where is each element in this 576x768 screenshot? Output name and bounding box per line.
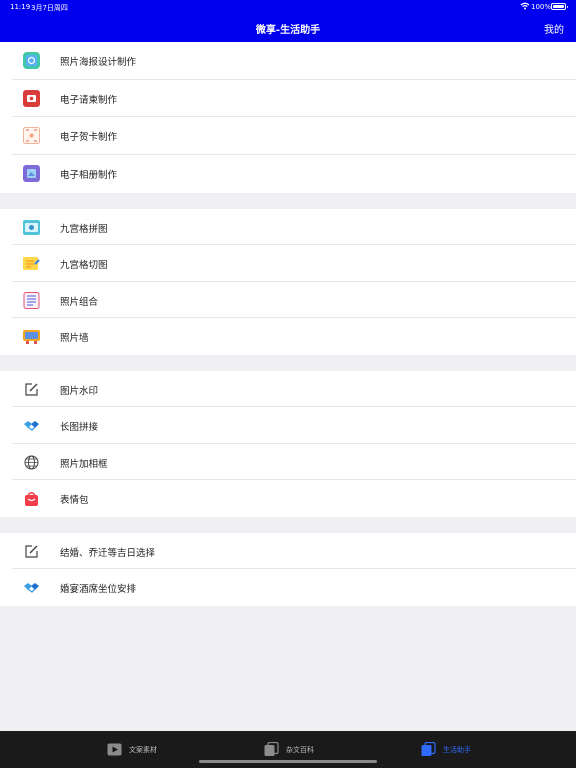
edit-icon <box>25 383 38 396</box>
invitation-icon <box>23 89 40 107</box>
tab-label: 杂文百科 <box>286 745 314 754</box>
wifi-icon <box>520 2 530 10</box>
photo-album-icon <box>23 165 40 183</box>
menu-item-label: 长图拼接 <box>60 422 99 434</box>
menu-group-edit: 图片水印 长图拼接 照片加相框 表情包 <box>0 370 576 517</box>
menu-item-watermark[interactable]: 图片水印 <box>0 371 576 408</box>
menu-group-design: 照片海报设计制作 电子请柬制作 电子贺卡制作 电子相册制作 <box>0 42 576 193</box>
tab-label: 文案素材 <box>129 745 157 754</box>
battery-icon <box>551 3 568 10</box>
play-icon <box>107 743 122 756</box>
menu-item-label: 图片水印 <box>60 385 99 397</box>
menu-item-seating-plan[interactable]: 婚宴酒席坐位安排 <box>0 569 576 606</box>
copy-icon <box>421 742 436 756</box>
greeting-card-icon <box>23 127 40 145</box>
page-title: 微享-生活助手 <box>255 25 321 36</box>
menu-item-label: 电子相册制作 <box>60 170 118 182</box>
menu-item-label: 电子贺卡制作 <box>60 132 118 144</box>
poster-icon <box>23 52 40 69</box>
menu-item-label: 九宫格切图 <box>60 260 108 272</box>
menu-item-photo-frame[interactable]: 照片加相框 <box>0 444 576 481</box>
menu-item-label: 结婚、乔迁等吉日选择 <box>60 547 156 559</box>
menu-group-collage: 九宫格拼图 九宫格切图 照片组合 照片墙 <box>0 208 576 355</box>
home-indicator[interactable] <box>199 760 377 763</box>
tab-life-assistant[interactable]: 生活助手 <box>421 731 471 768</box>
my-button[interactable]: 我的 <box>544 21 564 36</box>
status-time: 11:19 <box>10 3 31 11</box>
handshake-icon <box>24 583 39 594</box>
menu-item-label: 九宫格拼图 <box>60 223 108 235</box>
menu-item-photo-album[interactable]: 电子相册制作 <box>0 155 576 193</box>
menu-item-label: 婚宴酒席坐位安排 <box>60 584 137 596</box>
shopping-bag-icon <box>25 492 38 507</box>
menu-item-label: 电子请柬制作 <box>60 94 118 106</box>
menu-item-label: 照片组合 <box>60 296 99 308</box>
menu-item-label: 照片墙 <box>60 333 89 345</box>
globe-icon <box>24 455 39 470</box>
menu-list: 照片海报设计制作 电子请柬制作 电子贺卡制作 电子相册制作 九宫格拼图 九宫格切… <box>0 42 576 622</box>
tab-label: 生活助手 <box>443 745 471 754</box>
menu-item-poster[interactable]: 照片海报设计制作 <box>0 42 576 80</box>
menu-item-photo-wall[interactable]: 照片墙 <box>0 318 576 355</box>
menu-item-stickers[interactable]: 表情包 <box>0 480 576 517</box>
menu-item-grid-collage[interactable]: 九宫格拼图 <box>0 209 576 246</box>
edit-icon <box>25 545 38 558</box>
menu-item-grid-cut[interactable]: 九宫格切图 <box>0 245 576 282</box>
tab-copywriting[interactable]: 文案素材 <box>107 731 157 768</box>
menu-item-long-stitch[interactable]: 长图拼接 <box>0 407 576 444</box>
menu-item-photo-combine[interactable]: 照片组合 <box>0 282 576 319</box>
battery-percent: 100% <box>531 3 552 11</box>
photo-combine-icon <box>23 291 40 309</box>
handshake-icon <box>24 421 39 432</box>
grid-cut-icon <box>23 257 40 271</box>
status-bar: 11:19 3月7日周四 100% <box>0 0 576 14</box>
menu-item-label: 表情包 <box>60 495 89 507</box>
menu-item-label: 照片加相框 <box>60 458 108 470</box>
menu-item-auspicious-day[interactable]: 结婚、乔迁等吉日选择 <box>0 533 576 570</box>
menu-item-greeting-card[interactable]: 电子贺卡制作 <box>0 117 576 155</box>
photo-wall-icon <box>23 330 40 345</box>
copy-icon <box>264 742 279 756</box>
menu-group-wedding: 结婚、乔迁等吉日选择 婚宴酒席坐位安排 <box>0 532 576 606</box>
menu-item-invitation[interactable]: 电子请柬制作 <box>0 80 576 118</box>
grid-collage-icon <box>23 219 40 235</box>
status-date: 3月7日周四 <box>31 4 68 12</box>
menu-item-label: 照片海报设计制作 <box>60 57 137 68</box>
nav-bar: 微享-生活助手 我的 <box>0 14 576 42</box>
